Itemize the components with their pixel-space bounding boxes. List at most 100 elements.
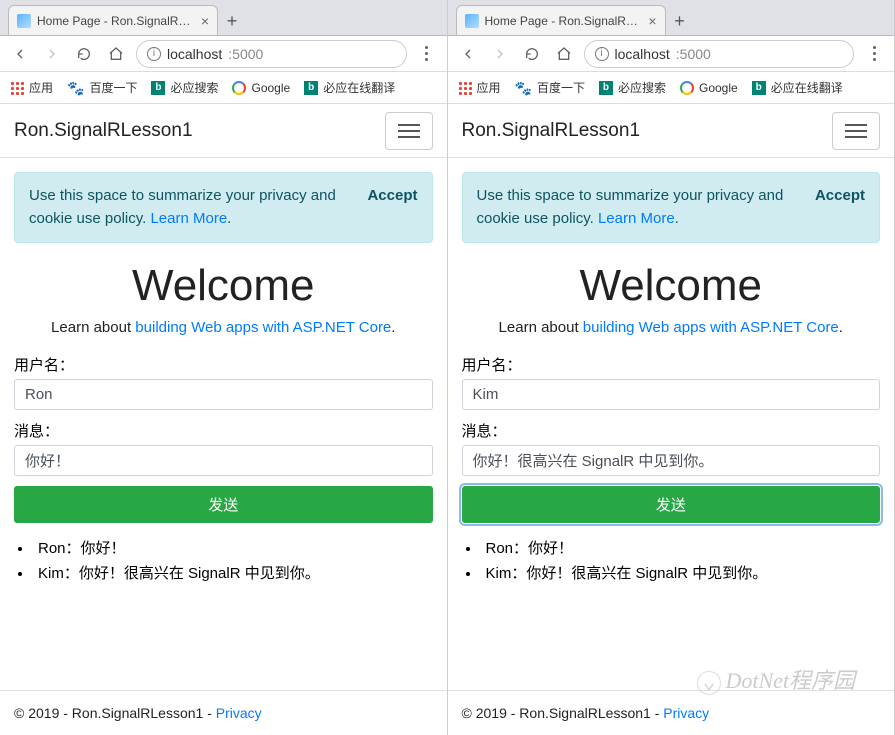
- learn-text: Learn about building Web apps with ASP.N…: [462, 319, 881, 336]
- bookmark-label: 必应搜索: [618, 79, 666, 96]
- username-input[interactable]: [462, 379, 881, 410]
- footer-privacy-link[interactable]: Privacy: [216, 705, 262, 721]
- cookie-alert: Use this space to summarize your privacy…: [462, 172, 881, 243]
- send-button[interactable]: 发送: [14, 486, 433, 523]
- message-input[interactable]: [14, 445, 433, 476]
- welcome-heading: Welcome: [462, 261, 881, 311]
- nav-toggle-button[interactable]: [385, 112, 433, 150]
- browser-menu-button[interactable]: [862, 46, 886, 61]
- footer-text: © 2019 - Ron.SignalRLesson1 -: [462, 705, 664, 721]
- browser-window-right: Home Page - Ron.SignalRLess × + i localh…: [448, 0, 895, 735]
- tab-strip: Home Page - Ron.SignalRLess × +: [448, 0, 895, 36]
- bookmark-apps[interactable]: 应用: [10, 79, 53, 96]
- forward-button[interactable]: [40, 42, 64, 66]
- username-input[interactable]: [14, 379, 433, 410]
- back-button[interactable]: [456, 42, 480, 66]
- browser-tab[interactable]: Home Page - Ron.SignalRLess ×: [456, 5, 666, 35]
- message-label: 消息：: [462, 420, 881, 441]
- url-port: :5000: [676, 46, 711, 62]
- back-button[interactable]: [8, 42, 32, 66]
- reload-button[interactable]: [520, 42, 544, 66]
- bookmark-label: 应用: [477, 79, 501, 96]
- google-icon: [680, 81, 694, 95]
- message-item: Kim：你好！很高兴在 SignalR 中见到你。: [466, 562, 881, 583]
- home-button[interactable]: [552, 42, 576, 66]
- bookmark-bing-translate[interactable]: b必应在线翻译: [304, 79, 395, 96]
- page-footer: © 2019 - Ron.SignalRLesson1 - Privacy: [0, 690, 447, 735]
- bookmark-baidu[interactable]: 🐾百度一下: [67, 79, 137, 96]
- app-navbar: Ron.SignalRLesson1: [0, 104, 447, 158]
- site-info-icon[interactable]: i: [147, 47, 161, 61]
- footer-text: © 2019 - Ron.SignalRLesson1 -: [14, 705, 216, 721]
- browser-tab[interactable]: Home Page - Ron.SignalRLess ×: [8, 5, 218, 35]
- username-label: 用户名：: [14, 354, 433, 375]
- bookmark-bing-search[interactable]: b 必应搜索: [599, 79, 666, 96]
- site-info-icon[interactable]: i: [595, 47, 609, 61]
- url-host: localhost: [615, 46, 670, 62]
- home-button[interactable]: [104, 42, 128, 66]
- bookmark-label: 必应搜索: [170, 79, 218, 96]
- alert-accept-button[interactable]: Accept: [367, 185, 417, 230]
- message-list: Ron：你好！ Kim：你好！很高兴在 SignalR 中见到你。: [14, 537, 433, 587]
- message-item: Ron：你好！: [18, 537, 433, 558]
- page-content: Use this space to summarize your privacy…: [448, 158, 895, 690]
- apps-icon: [10, 81, 24, 95]
- bookmark-google[interactable]: Google: [232, 81, 290, 95]
- bookmark-label: Google: [251, 81, 290, 95]
- alert-text: Use this space to summarize your privacy…: [477, 185, 803, 230]
- bookmark-apps[interactable]: 应用: [458, 79, 501, 96]
- forward-button[interactable]: [488, 42, 512, 66]
- url-host: localhost: [167, 46, 222, 62]
- bookmark-label: 必应在线翻译: [771, 79, 843, 96]
- bing-icon: b: [752, 81, 766, 95]
- google-icon: [232, 81, 246, 95]
- app-navbar: Ron.SignalRLesson1: [448, 104, 895, 158]
- bookmark-bing-search[interactable]: b 必应搜索: [151, 79, 218, 96]
- tab-title: Home Page - Ron.SignalRLess: [37, 14, 195, 28]
- page-footer: © 2019 - Ron.SignalRLesson1 - Privacy: [448, 690, 895, 735]
- bookmark-label: Google: [699, 81, 738, 95]
- address-bar[interactable]: i localhost :5000: [136, 40, 407, 68]
- tab-close-icon[interactable]: ×: [201, 13, 209, 29]
- alert-accept-button[interactable]: Accept: [815, 185, 865, 230]
- favicon-icon: [465, 14, 479, 28]
- alert-learn-more-link[interactable]: Learn More: [150, 210, 227, 227]
- browser-menu-button[interactable]: [415, 46, 439, 61]
- message-label: 消息：: [14, 420, 433, 441]
- welcome-heading: Welcome: [14, 261, 433, 311]
- url-port: :5000: [228, 46, 263, 62]
- bookmark-baidu[interactable]: 🐾百度一下: [515, 79, 585, 96]
- bookmark-label: 百度一下: [89, 79, 137, 96]
- learn-link[interactable]: building Web apps with ASP.NET Core: [135, 319, 391, 336]
- reload-button[interactable]: [72, 42, 96, 66]
- bing-icon: b: [151, 81, 165, 95]
- tab-close-icon[interactable]: ×: [648, 13, 656, 29]
- bookmark-label: 应用: [29, 79, 53, 96]
- learn-link[interactable]: building Web apps with ASP.NET Core: [583, 319, 839, 336]
- learn-text: Learn about building Web apps with ASP.N…: [14, 319, 433, 336]
- app-brand[interactable]: Ron.SignalRLesson1: [14, 120, 193, 142]
- message-input[interactable]: [462, 445, 881, 476]
- message-item: Ron：你好！: [466, 537, 881, 558]
- favicon-icon: [17, 14, 31, 28]
- footer-privacy-link[interactable]: Privacy: [663, 705, 709, 721]
- new-tab-button[interactable]: +: [666, 7, 694, 35]
- cookie-alert: Use this space to summarize your privacy…: [14, 172, 433, 243]
- paw-icon: 🐾: [515, 81, 532, 95]
- bookmark-bar: 应用 🐾百度一下 b 必应搜索 Google b 必应在线翻译: [448, 72, 895, 104]
- bing-icon: b: [599, 81, 613, 95]
- bookmark-label: 必应在线翻译: [323, 79, 395, 96]
- address-bar[interactable]: i localhost :5000: [584, 40, 855, 68]
- alert-learn-more-link[interactable]: Learn More: [598, 210, 675, 227]
- browser-toolbar: i localhost :5000: [0, 36, 447, 72]
- bookmark-google[interactable]: Google: [680, 81, 738, 95]
- new-tab-button[interactable]: +: [218, 7, 246, 35]
- send-button[interactable]: 发送: [462, 486, 881, 523]
- app-brand[interactable]: Ron.SignalRLesson1: [462, 120, 641, 142]
- bookmark-bar: 应用 🐾百度一下 b 必应搜索 Google b必应在线翻译: [0, 72, 447, 104]
- page-content: Use this space to summarize your privacy…: [0, 158, 447, 690]
- nav-toggle-button[interactable]: [832, 112, 880, 150]
- bookmark-bing-translate[interactable]: b 必应在线翻译: [752, 79, 843, 96]
- alert-text: Use this space to summarize your privacy…: [29, 185, 355, 230]
- tab-title: Home Page - Ron.SignalRLess: [485, 14, 643, 28]
